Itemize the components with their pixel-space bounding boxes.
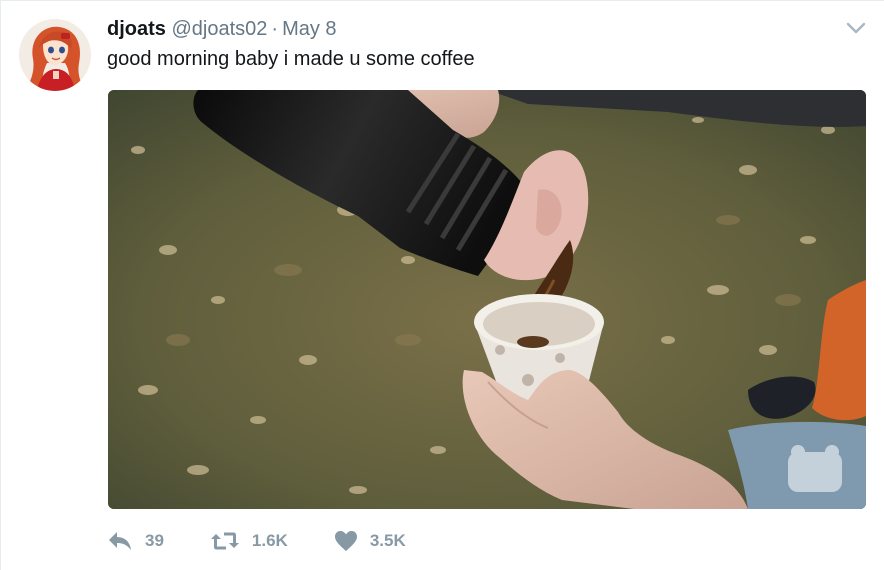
tweet-date[interactable]: May 8 xyxy=(282,18,336,40)
retweet-button[interactable]: 1.6K xyxy=(210,530,288,552)
reply-count: 39 xyxy=(145,531,164,550)
like-count: 3.5K xyxy=(369,531,406,550)
tweet-header: djoats @djoats02 · May 8 xyxy=(107,16,337,42)
like-button[interactable]: 3.5K xyxy=(334,530,406,552)
display-name[interactable]: djoats xyxy=(107,18,166,40)
chevron-down-icon[interactable] xyxy=(844,19,868,37)
user-handle[interactable]: @djoats02 xyxy=(171,18,267,40)
separator-dot: · xyxy=(271,18,279,40)
retweet-count: 1.6K xyxy=(251,531,288,550)
avatar[interactable] xyxy=(19,19,91,91)
retweet-icon xyxy=(210,532,239,550)
heart-icon xyxy=(334,531,357,551)
tweet-card: djoats @djoats02 · May 8 good morning baby… xyxy=(0,0,884,570)
tweet-actions: 39 1.6K 3.5K xyxy=(107,525,452,557)
reply-button[interactable]: 39 xyxy=(107,530,164,552)
reply-icon xyxy=(109,532,131,550)
tweet-text: good morning baby i made u some coffee xyxy=(107,48,475,70)
tweet-media-image[interactable] xyxy=(108,90,866,509)
